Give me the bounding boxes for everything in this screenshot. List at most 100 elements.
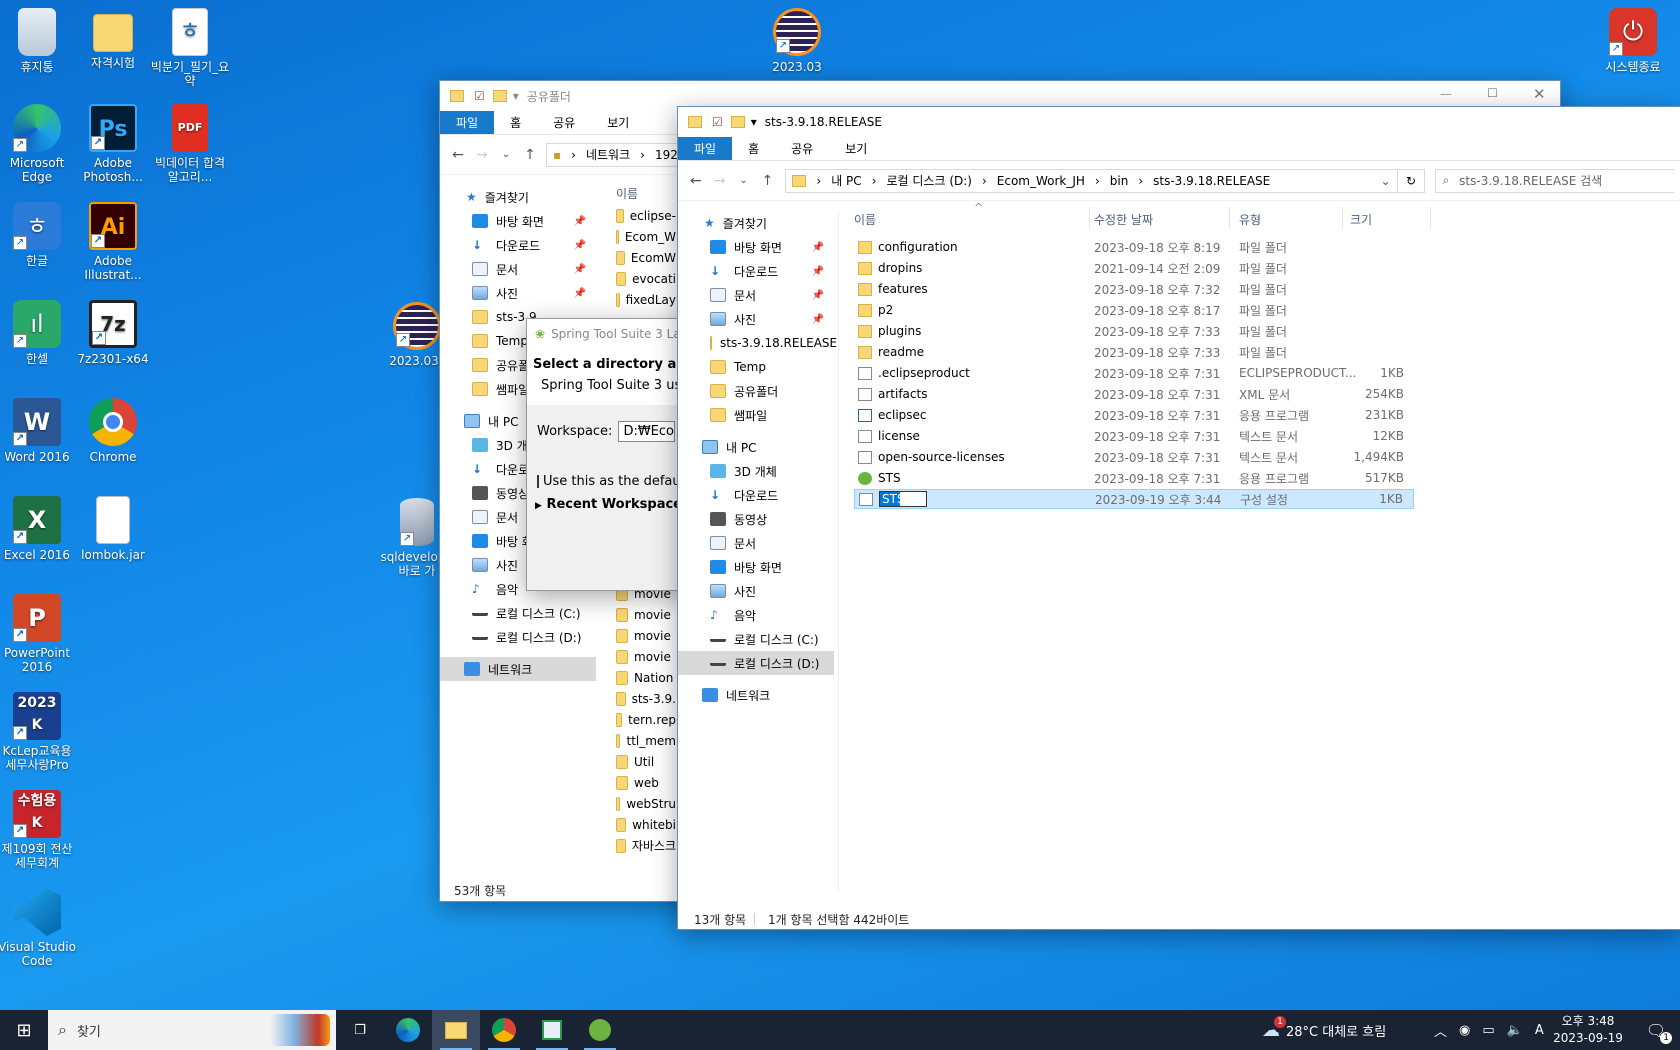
breadcrumb-ip[interactable]: 192 <box>655 148 678 162</box>
desktop-icon-edge[interactable]: ↗ Microsoft Edge <box>0 104 77 184</box>
pin-icon[interactable]: 📌 <box>812 242 824 253</box>
nav-downloads[interactable]: ↓ 다운로드 📌 <box>440 233 596 257</box>
up-arrow-icon[interactable]: ↑ <box>756 173 780 189</box>
nav-favorites[interactable]: ★ 즐겨찾기 <box>678 211 834 235</box>
clock[interactable]: 오후 3:48 2023-09-19 <box>1548 1013 1628 1047</box>
file-row[interactable]: web <box>616 772 676 793</box>
nav-network[interactable]: 네트워크 <box>678 683 834 707</box>
address-bar[interactable]: ▪ › 네트워크 › 192 <box>546 142 686 167</box>
file-row[interactable]: eclipse- <box>616 205 676 226</box>
show-hidden-icons-icon[interactable]: ︿ <box>1434 1021 1447 1040</box>
recent-dropdown-icon[interactable]: ⌄ <box>494 149 518 160</box>
taskbar-sts[interactable] <box>576 1010 624 1050</box>
file-row[interactable]: readme 2023-09-18 오후 7:33 파일 폴더 <box>854 342 1414 362</box>
volume-icon[interactable]: 🔈 <box>1507 1023 1523 1038</box>
column-type-header[interactable]: 유형 <box>1239 211 1261 228</box>
quick-access-dropdown-icon[interactable]: ▾ <box>513 89 519 103</box>
column-name-header[interactable]: 이름 <box>616 185 676 205</box>
recent-workspaces-toggle[interactable]: ▶ Recent Workspaces <box>527 489 690 520</box>
nav-downloads-pc[interactable]: ↓ 다운로드 <box>678 483 834 507</box>
taskbar-media-app[interactable] <box>528 1010 576 1050</box>
file-row[interactable]: Ecom_W <box>616 226 676 247</box>
maximize-button[interactable]: ☐ <box>1487 86 1498 100</box>
folder-icon[interactable] <box>492 90 507 102</box>
title-bar[interactable]: ☑ ▾ sts-3.9.18.RELEASE <box>678 107 1680 137</box>
pin-icon[interactable]: 📌 <box>812 266 824 277</box>
desktop-icon-pdf[interactable]: PDF 빅데이터 합격 알고리... <box>150 104 230 184</box>
file-row[interactable]: plugins 2023-09-18 오후 7:33 파일 폴더 <box>854 321 1414 341</box>
start-button[interactable]: ⊞ <box>0 1010 48 1050</box>
checkmark-icon[interactable]: ☑ <box>474 89 485 103</box>
file-row[interactable]: EcomW <box>616 247 676 268</box>
nav-downloads[interactable]: ↓ 다운로드 📌 <box>678 259 834 283</box>
file-row[interactable]: eclipsec 2023-09-18 오후 7:31 응용 프로그램 231KB <box>854 405 1414 425</box>
nav-this-pc[interactable]: 내 PC <box>678 435 834 459</box>
up-arrow-icon[interactable]: ↑ <box>518 147 542 163</box>
search-input[interactable]: sts-3.9.18.RELEASE 검색 <box>1459 172 1602 189</box>
close-button[interactable]: ✕ <box>1533 85 1546 103</box>
breadcrumb-sts[interactable]: sts-3.9.18.RELEASE <box>1153 174 1270 188</box>
nav-ssam[interactable]: 쌤파일 <box>678 403 834 427</box>
desktop-icon-photoshop[interactable]: Ps ↗ Adobe Photosh... <box>73 104 153 184</box>
nav-desktop[interactable]: 바탕 화면 📌 <box>440 209 596 233</box>
network-icon[interactable]: ▭ <box>1482 1023 1494 1038</box>
refresh-button[interactable]: ↻ <box>1397 168 1426 193</box>
checkmark-icon[interactable]: ☑ <box>712 115 723 129</box>
desktop-icon-hancell[interactable]: ıl ↗ 한셀 <box>0 300 77 366</box>
nav-drive-c[interactable]: 로컬 디스크 (C:) <box>440 601 596 625</box>
desktop-icon-word[interactable]: W ↗ Word 2016 <box>0 398 77 464</box>
default-checkbox[interactable] <box>537 475 539 488</box>
file-row[interactable]: open-source-licenses 2023-09-18 오후 7:31 텍스… <box>854 447 1414 467</box>
file-row[interactable]: configuration 2023-09-18 오후 8:19 파일 폴더 <box>854 237 1414 257</box>
pin-icon[interactable]: 📌 <box>812 314 824 325</box>
file-row[interactable]: STS 2023-09-18 오후 7:31 응용 프로그램 517KB <box>854 468 1414 488</box>
file-row[interactable]: dropins 2021-09-14 오전 2:09 파일 폴더 <box>854 258 1414 278</box>
nav-pictures[interactable]: 사진 📌 <box>440 281 596 305</box>
taskbar-search-box[interactable]: ⌕ 찾기 <box>48 1010 336 1050</box>
file-row[interactable]: movie <box>616 625 676 646</box>
file-row[interactable]: fixedLay <box>616 289 676 310</box>
file-row[interactable]: ttl_mem <box>616 730 676 751</box>
pin-icon[interactable]: 📌 <box>812 290 824 301</box>
nav-pictures-pc[interactable]: 사진 <box>678 579 834 603</box>
desktop-icon-eclipse-2023[interactable]: ↗ 2023.03 <box>757 8 837 74</box>
file-row[interactable]: Nation <box>616 667 676 688</box>
breadcrumb-this-pc[interactable]: 내 PC <box>831 172 861 189</box>
taskbar-chrome[interactable] <box>480 1010 528 1050</box>
nav-pictures[interactable]: 사진 📌 <box>678 307 834 331</box>
desktop-icon-recycle-bin[interactable]: 휴지통 <box>0 8 77 74</box>
breadcrumb-drive-d[interactable]: 로컬 디스크 (D:) <box>886 172 971 189</box>
dialog-title-bar[interactable]: ❀ Spring Tool Suite 3 La <box>527 319 685 349</box>
address-dropdown-icon[interactable]: ⌄ <box>1380 174 1390 188</box>
nav-drive-d[interactable]: 로컬 디스크 (D:) <box>440 625 596 649</box>
quick-access-dropdown-icon[interactable]: ▾ <box>751 115 757 129</box>
desktop-icon-illustrator[interactable]: Ai ↗ Adobe Illustrat... <box>73 202 153 282</box>
desktop-icon-vscode[interactable]: Visual Studio Code <box>0 888 77 968</box>
desktop-icon-powerpoint[interactable]: P ↗ PowerPoint 2016 <box>0 594 77 674</box>
nav-desktop[interactable]: 바탕 화면 📌 <box>678 235 834 259</box>
ime-indicator[interactable]: A <box>1535 1023 1544 1038</box>
taskbar-file-explorer[interactable] <box>432 1010 480 1050</box>
file-row[interactable]: tern.rep <box>616 709 676 730</box>
desktop-icon-excel[interactable]: X ↗ Excel 2016 <box>0 496 77 562</box>
folder-icon[interactable] <box>730 116 745 128</box>
explorer-window-sts[interactable]: ☑ ▾ sts-3.9.18.RELEASE 파일 홈 공유 보기 ← → ⌄ … <box>677 106 1680 930</box>
pin-icon[interactable]: 📌 <box>574 240 586 251</box>
file-row[interactable]: movie <box>616 646 676 667</box>
file-row[interactable]: whitebi <box>616 814 676 835</box>
taskbar-edge[interactable] <box>384 1010 432 1050</box>
nav-3d[interactable]: 3D 개체 <box>678 459 834 483</box>
back-arrow-icon[interactable]: ← <box>684 173 708 189</box>
nav-documents[interactable]: 문서 📌 <box>440 257 596 281</box>
file-row[interactable]: p2 2023-09-18 오후 8:17 파일 폴더 <box>854 300 1414 320</box>
breadcrumb-bin[interactable]: bin <box>1110 174 1129 188</box>
forward-arrow-icon[interactable]: → <box>708 173 732 189</box>
taskbar-search-input[interactable]: 찾기 <box>77 1021 101 1040</box>
forward-arrow-icon[interactable]: → <box>470 147 494 163</box>
back-arrow-icon[interactable]: ← <box>446 147 470 163</box>
file-row[interactable]: artifacts 2023-09-18 오후 7:31 XML 문서 254KB <box>854 384 1414 404</box>
desktop-icon-folder[interactable]: 자격시험 <box>73 8 153 70</box>
file-row[interactable]: STS 2023-09-19 오후 3:44 구성 설정 1KB <box>854 489 1414 509</box>
breadcrumb-ecom[interactable]: Ecom_Work_JH <box>997 174 1085 188</box>
nav-sts-folder[interactable]: sts-3.9.18.RELEASE <box>678 331 837 355</box>
